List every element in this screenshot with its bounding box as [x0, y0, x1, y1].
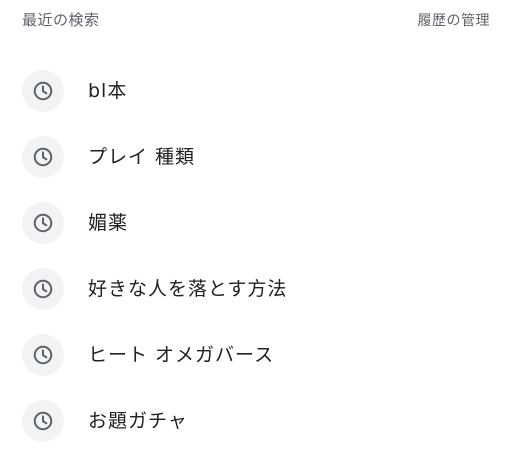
recent-search-item[interactable]: プレイ 種類: [0, 124, 512, 190]
recent-search-item[interactable]: 媚薬: [0, 190, 512, 256]
recent-search-item[interactable]: 好きな人を落とす方法: [0, 256, 512, 322]
recent-searches-list: bl本 プレイ 種類 媚薬 好きな人を落とす方法 ヒート オメガバース お題ガチ…: [0, 58, 512, 454]
history-clock-icon: [22, 268, 64, 310]
recent-search-label: 好きな人を落とす方法: [88, 278, 288, 300]
recent-search-label: お題ガチャ: [88, 410, 188, 432]
recent-search-item[interactable]: お題ガチャ: [0, 388, 512, 454]
history-clock-icon: [22, 202, 64, 244]
recent-search-label: bl本: [88, 80, 128, 102]
history-clock-icon: [22, 136, 64, 178]
history-clock-icon: [22, 70, 64, 112]
recent-search-label: プレイ 種類: [88, 146, 196, 168]
recent-searches-title: 最近の検索: [22, 11, 100, 29]
recent-search-item[interactable]: bl本: [0, 58, 512, 124]
history-clock-icon: [22, 334, 64, 376]
recent-search-label: ヒート オメガバース: [88, 344, 275, 366]
recent-searches-header: 最近の検索 履歴の管理: [0, 0, 512, 40]
history-clock-icon: [22, 400, 64, 442]
recent-search-item[interactable]: ヒート オメガバース: [0, 322, 512, 388]
recent-search-label: 媚薬: [88, 212, 129, 234]
manage-history-link[interactable]: 履歴の管理: [418, 10, 491, 30]
